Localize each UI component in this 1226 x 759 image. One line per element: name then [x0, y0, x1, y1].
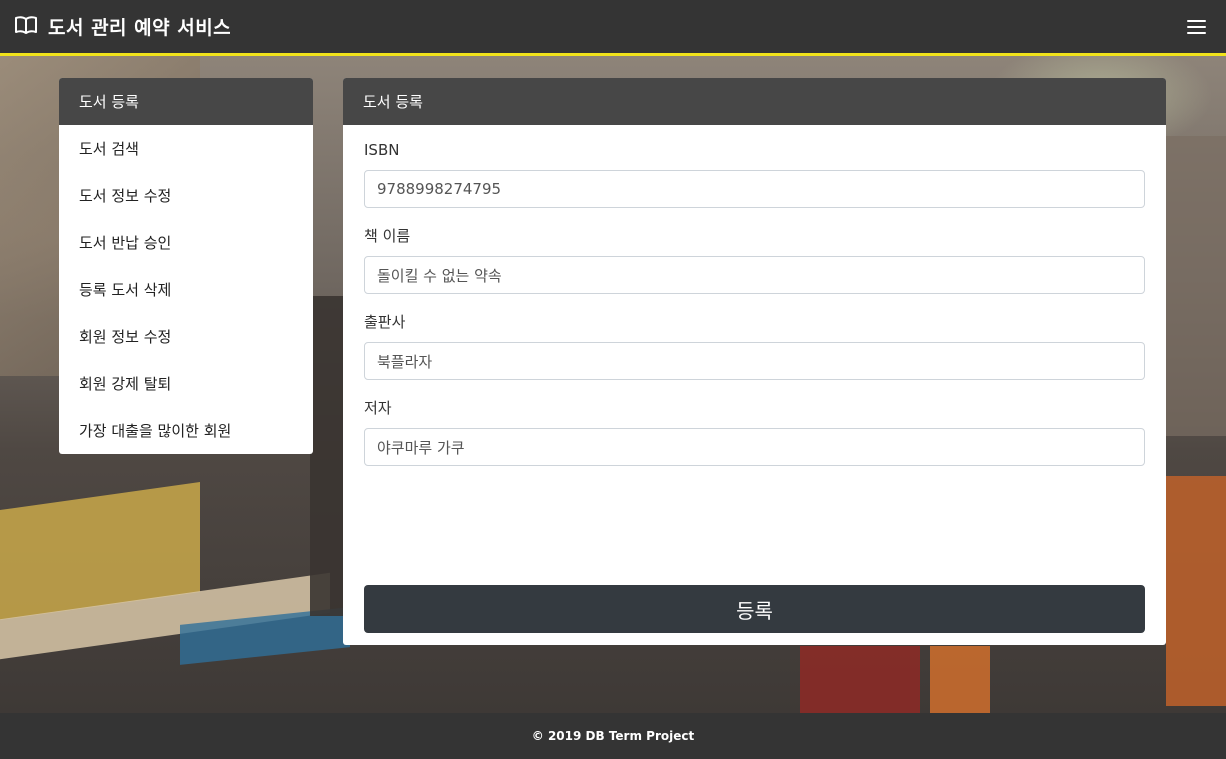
- footer-text: © 2019 DB Term Project: [531, 729, 695, 743]
- sidebar-item-book-register[interactable]: 도서 등록: [59, 78, 313, 125]
- register-panel: 도서 등록 ISBN 책 이름 출판사 저자 등록: [343, 78, 1166, 645]
- book-open-icon: [14, 15, 38, 39]
- sidebar-item-member-edit[interactable]: 회원 정보 수정: [59, 313, 313, 360]
- title-label: 책 이름: [364, 227, 411, 245]
- sidebar-item-top-borrower[interactable]: 가장 대출을 많이한 회원: [59, 407, 313, 454]
- register-form: ISBN 책 이름 출판사 저자: [343, 125, 1166, 483]
- top-navbar: 도서 관리 예약 서비스: [0, 0, 1226, 53]
- isbn-label: ISBN: [364, 141, 400, 159]
- sidebar-menu: 도서 등록 도서 검색 도서 정보 수정 도서 반납 승인 등록 도서 삭제 회…: [59, 78, 313, 454]
- author-field[interactable]: [364, 428, 1145, 466]
- sidebar-item-book-delete[interactable]: 등록 도서 삭제: [59, 266, 313, 313]
- author-label: 저자: [364, 399, 392, 417]
- title-field[interactable]: [364, 256, 1145, 294]
- app-title: 도서 관리 예약 서비스: [48, 17, 232, 39]
- sidebar-item-book-edit[interactable]: 도서 정보 수정: [59, 172, 313, 219]
- accent-line: [0, 53, 1226, 56]
- sidebar-item-member-remove[interactable]: 회원 강제 탈퇴: [59, 360, 313, 407]
- brand[interactable]: 도서 관리 예약 서비스: [14, 13, 231, 40]
- sidebar-item-book-search[interactable]: 도서 검색: [59, 125, 313, 172]
- publisher-field[interactable]: [364, 342, 1145, 380]
- register-button[interactable]: 등록: [364, 585, 1145, 633]
- publisher-label: 출판사: [364, 313, 406, 331]
- sidebar-item-return-approve[interactable]: 도서 반납 승인: [59, 219, 313, 266]
- hamburger-menu-icon[interactable]: [1187, 19, 1206, 34]
- panel-title: 도서 등록: [343, 78, 1166, 125]
- isbn-field[interactable]: [364, 170, 1145, 208]
- footer: © 2019 DB Term Project: [0, 713, 1226, 759]
